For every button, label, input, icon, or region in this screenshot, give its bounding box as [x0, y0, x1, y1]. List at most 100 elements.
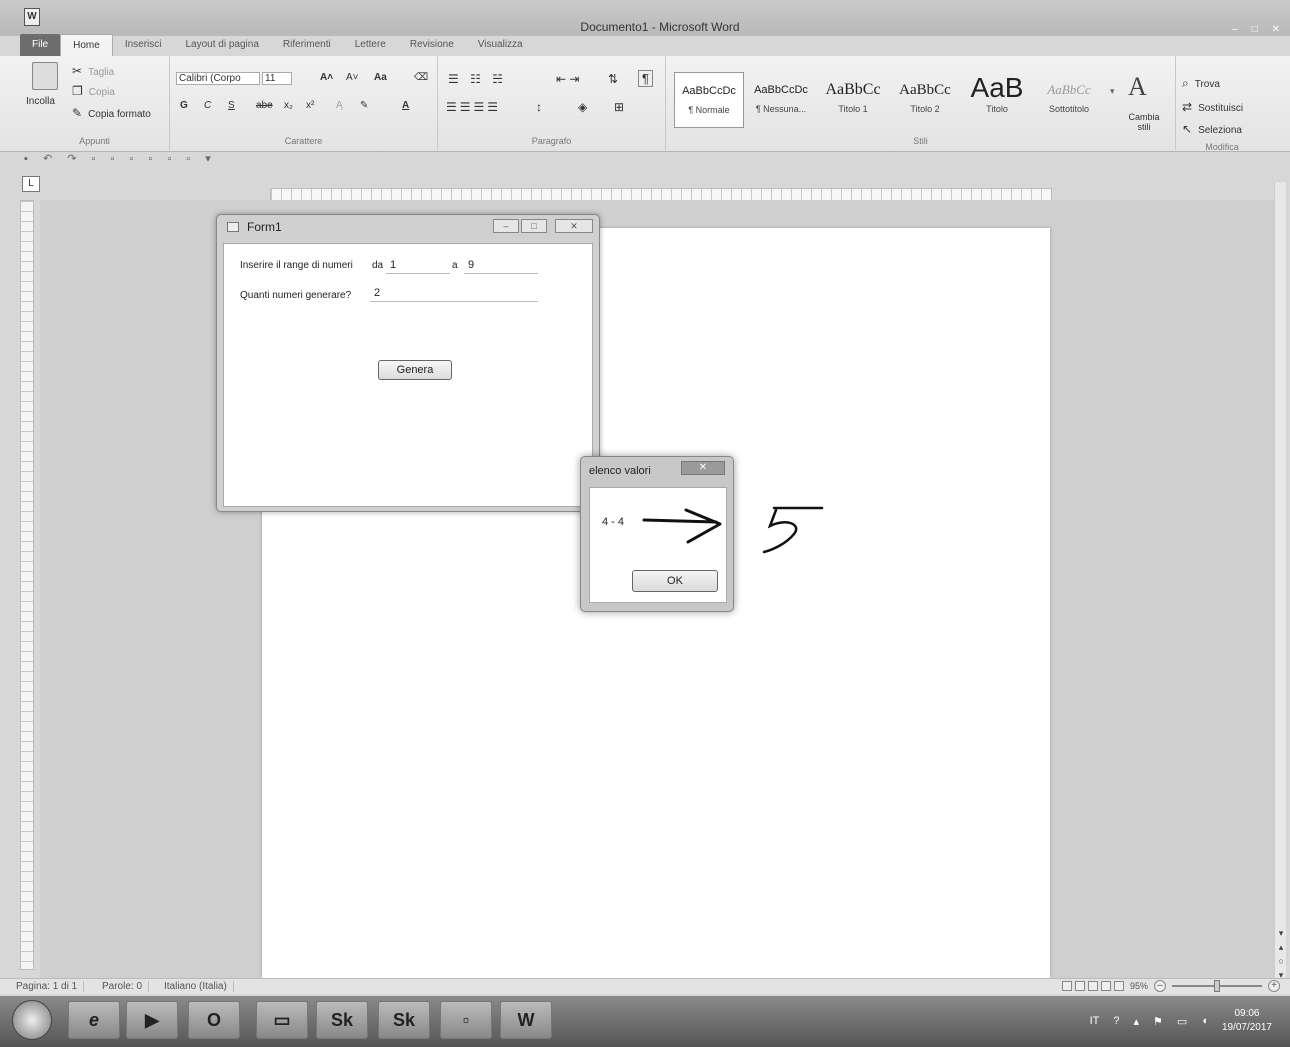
- style-no-spacing[interactable]: AaBbCcDc ¶ Nessuna...: [746, 72, 816, 128]
- input-language[interactable]: IT: [1090, 1015, 1100, 1027]
- close-button[interactable]: ✕: [1272, 24, 1280, 35]
- internet-explorer-button[interactable]: e: [68, 1001, 120, 1039]
- select-button[interactable]: ↖ Seleziona: [1182, 122, 1242, 136]
- outlook-button[interactable]: O: [188, 1001, 240, 1039]
- page-count[interactable]: Pagina: 1 di 1: [10, 981, 85, 992]
- media-player-button[interactable]: ▶: [126, 1001, 178, 1039]
- help-icon[interactable]: ?: [1113, 1015, 1119, 1027]
- copy-button[interactable]: ❐ Copia: [72, 84, 115, 98]
- zoom-slider[interactable]: [1172, 980, 1262, 992]
- form1-maximize-button[interactable]: □: [521, 219, 547, 233]
- browse-object-buttons[interactable]: ▾ ▴ ○ ▾: [1274, 926, 1288, 982]
- superscript-button[interactable]: x²: [306, 100, 314, 111]
- pilcrow-icon[interactable]: ¶: [638, 70, 653, 87]
- highlight-icon[interactable]: ✎: [360, 100, 368, 111]
- borders-icon[interactable]: ⊞: [614, 100, 624, 114]
- style-heading-2[interactable]: AaBbCc Titolo 2: [890, 72, 960, 128]
- maximize-button[interactable]: □: [1252, 24, 1258, 35]
- change-styles-button[interactable]: Cambia stili: [1124, 112, 1164, 132]
- subscript-button[interactable]: x₂: [284, 100, 293, 111]
- style-normal[interactable]: AaBbCcDc ¶ Normale: [674, 72, 744, 128]
- genera-button[interactable]: Genera: [378, 360, 452, 380]
- bold-button[interactable]: G: [180, 100, 188, 111]
- tab-view[interactable]: Visualizza: [466, 34, 535, 56]
- show-hidden-icons-icon[interactable]: ▴: [1133, 1015, 1139, 1028]
- font-size-select[interactable]: 11: [262, 72, 292, 85]
- list-buttons[interactable]: ☰ ☷ ☵: [448, 72, 507, 86]
- underline-button[interactable]: S: [228, 100, 235, 111]
- window-controls: – □ ✕: [1232, 24, 1280, 35]
- shrink-font-button[interactable]: A˅: [346, 72, 359, 83]
- view-buttons[interactable]: [1061, 981, 1124, 991]
- indent-buttons[interactable]: ⇤ ⇥: [556, 72, 579, 86]
- form-app-button[interactable]: ▫: [440, 1001, 492, 1039]
- clipboard-group: Incolla ✂ Taglia ❐ Copia ✎ Copia formato Ap…: [20, 56, 170, 150]
- word-taskbar-button[interactable]: W: [500, 1001, 552, 1039]
- tab-file[interactable]: File: [20, 34, 61, 56]
- format-painter-button[interactable]: ✎ Copia formato: [72, 106, 151, 120]
- start-button[interactable]: [12, 1000, 52, 1040]
- align-buttons[interactable]: ☰☰☰☰: [446, 100, 501, 114]
- tab-selector[interactable]: L: [22, 176, 40, 192]
- to-input[interactable]: 9: [464, 256, 538, 274]
- network-icon[interactable]: ▭: [1177, 1015, 1187, 1028]
- style-title[interactable]: AaB Titolo: [962, 72, 1032, 128]
- zoom-level[interactable]: 95%: [1130, 981, 1148, 991]
- clear-format-icon[interactable]: ⌫: [414, 72, 428, 83]
- message-box-close-button[interactable]: ✕: [681, 461, 725, 475]
- form1-title-bar[interactable]: Form1 – □ ✕: [217, 215, 599, 239]
- style-subtitle[interactable]: AaBbCc Sottotitolo: [1034, 72, 1104, 128]
- form1-close-button[interactable]: ✕: [555, 219, 593, 233]
- italic-button[interactable]: C: [204, 100, 211, 111]
- tab-home[interactable]: Home: [60, 34, 113, 56]
- sort-icon[interactable]: ⇅: [608, 72, 618, 86]
- style-sample: AaBbCcDc: [754, 84, 808, 96]
- styles-more-icon[interactable]: ▾: [1110, 86, 1115, 97]
- ok-button[interactable]: OK: [632, 570, 718, 592]
- text-effects-icon[interactable]: Ą: [336, 100, 343, 111]
- style-name: ¶ Nessuna...: [755, 104, 807, 114]
- vertical-scrollbar[interactable]: [1274, 182, 1286, 978]
- clock[interactable]: 09:06 19/07/2017: [1222, 1007, 1272, 1035]
- flag-icon[interactable]: ⚑: [1153, 1015, 1163, 1028]
- zoom-in-button[interactable]: +: [1268, 980, 1280, 992]
- minimize-button[interactable]: –: [1232, 24, 1238, 35]
- replace-button[interactable]: ⇄ Sostituisci: [1182, 100, 1243, 114]
- form1-minimize-button[interactable]: –: [493, 219, 519, 233]
- tab-references[interactable]: Riferimenti: [271, 34, 343, 56]
- tab-insert[interactable]: Inserisci: [113, 34, 174, 56]
- paste-button[interactable]: Incolla: [26, 96, 55, 107]
- system-tray: IT ? ▴ ⚑ ▭ ◖ 09:06 19/07/2017: [1090, 1004, 1272, 1038]
- tab-page-layout[interactable]: Layout di pagina: [174, 34, 271, 56]
- tab-mailings[interactable]: Lettere: [343, 34, 398, 56]
- cut-button[interactable]: ✂ Taglia: [72, 64, 114, 78]
- zoom-slider-thumb[interactable]: [1214, 980, 1220, 992]
- style-heading-1[interactable]: AaBbCc Titolo 1: [818, 72, 888, 128]
- style-sample: AaBbCc: [1047, 82, 1091, 97]
- sk-app-button-1[interactable]: Sk: [316, 1001, 368, 1039]
- line-spacing-icon[interactable]: ↕: [536, 100, 542, 114]
- tab-review[interactable]: Revisione: [398, 34, 466, 56]
- change-case-button[interactable]: Aa: [374, 72, 387, 83]
- sk-app-button-2[interactable]: Sk: [378, 1001, 430, 1039]
- word-count[interactable]: Parole: 0: [96, 981, 150, 992]
- strikethrough-button[interactable]: abe: [256, 100, 273, 111]
- paste-icon[interactable]: [32, 62, 58, 90]
- count-input[interactable]: 2: [370, 284, 538, 302]
- clipboard-group-label: Appunti: [79, 136, 110, 146]
- change-styles-icon[interactable]: A: [1128, 72, 1147, 102]
- font-color-button[interactable]: A: [402, 100, 409, 111]
- replace-label: Sostituisci: [1198, 103, 1244, 114]
- zoom-out-button[interactable]: –: [1154, 980, 1166, 992]
- explorer-button[interactable]: ▭: [256, 1001, 308, 1039]
- grow-font-button[interactable]: A˄: [320, 72, 333, 83]
- find-button[interactable]: ⌕ Trova: [1182, 76, 1220, 91]
- vertical-ruler[interactable]: [20, 200, 34, 970]
- quick-access-toolbar[interactable]: ▪ ↶ ↷ ▫ ▫ ▫ ▫ ▫ ▫ ▾: [24, 152, 217, 170]
- volume-icon[interactable]: ◖: [1201, 1015, 1208, 1027]
- shading-icon[interactable]: ◈: [578, 100, 587, 114]
- font-name-select[interactable]: Calibri (Corpo: [176, 72, 260, 85]
- from-input[interactable]: 1: [386, 256, 450, 274]
- handwritten-arrow-head: [684, 508, 722, 544]
- language-indicator[interactable]: Italiano (Italia): [158, 981, 234, 992]
